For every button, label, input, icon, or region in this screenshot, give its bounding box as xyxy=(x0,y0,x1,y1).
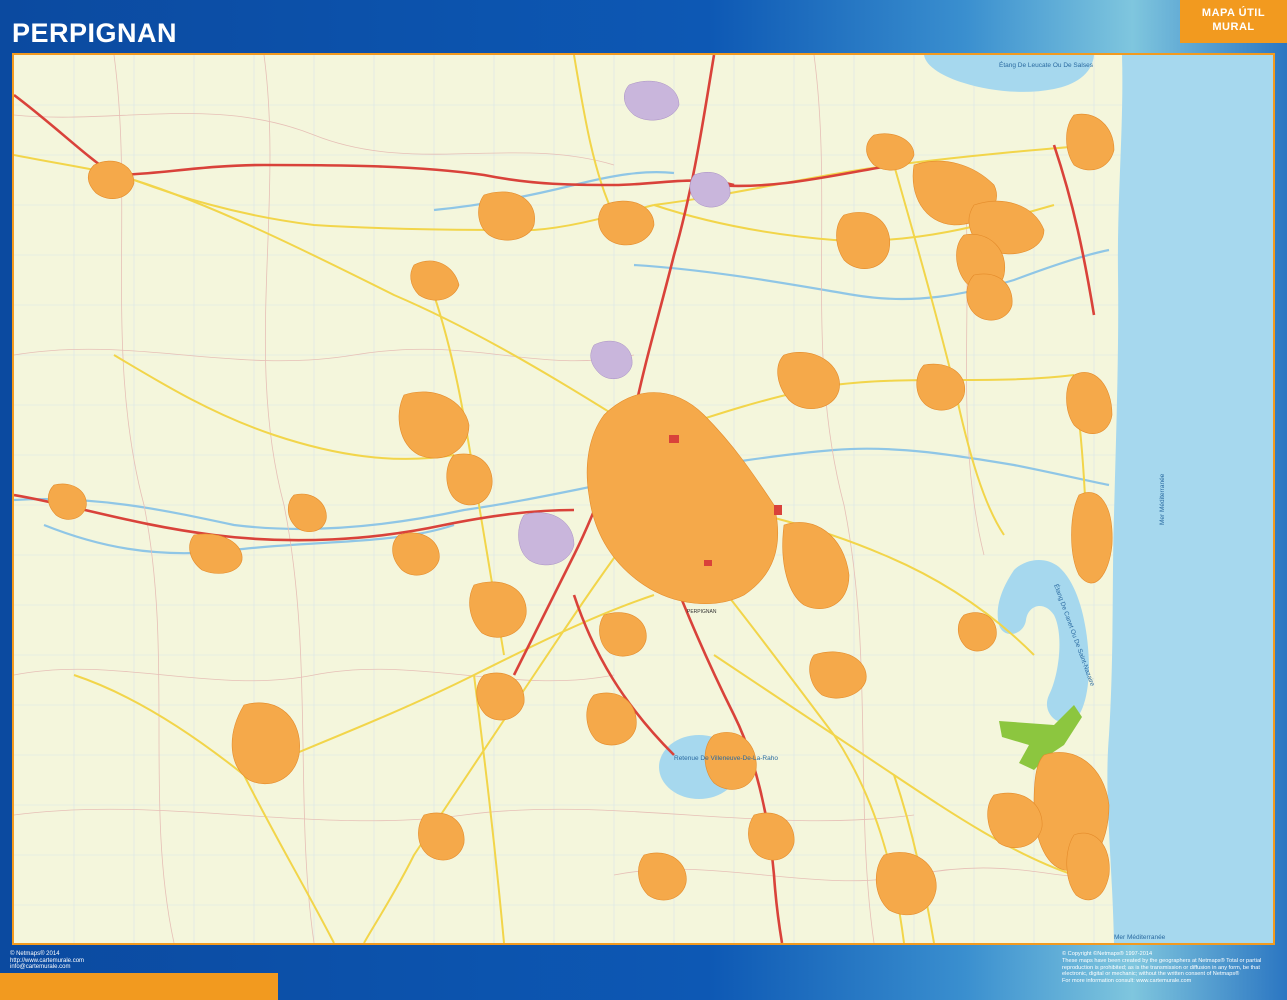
badge-line-2: MURAL xyxy=(1212,21,1255,33)
urban-areas xyxy=(47,113,1115,916)
footer-legal-4: electronic, digital or mechanic; without… xyxy=(1062,971,1240,978)
footer-right: © Copyright ©Netmaps® 1997-2014 These ma… xyxy=(1062,951,1282,985)
map-canvas[interactable]: PERPIGNAN Étang De Leucate Ou De Salses … xyxy=(12,53,1275,945)
footer-email-link[interactable]: info@cartemurale.com xyxy=(10,964,84,971)
footer-legal-5: For more information consult: www.cartem… xyxy=(1062,978,1192,985)
rivers xyxy=(14,171,1110,555)
perpignan-urban xyxy=(586,392,779,604)
mediterranean-sea xyxy=(1107,55,1273,943)
badge-line-1: MAPA ÚTIL xyxy=(1201,7,1266,19)
label-sea: Mer Méditerranée xyxy=(1159,473,1166,525)
footer-left: © Netmaps® 2014 http://www.cartemurale.c… xyxy=(10,951,84,971)
etang-leucate xyxy=(924,55,1094,92)
city-label-perpignan: PERPIGNAN xyxy=(687,609,717,615)
footer-orange-bar xyxy=(0,973,278,1000)
label-reservoir: Retenue De Villeneuve-De-La-Raho xyxy=(674,755,778,762)
mapa-util-badge[interactable]: MAPA ÚTIL MURAL xyxy=(1180,0,1287,43)
map-svg: PERPIGNAN Étang De Leucate Ou De Salses … xyxy=(14,55,1273,943)
map-title: PERPIGNAN xyxy=(12,18,178,48)
label-sea-south: Mer Méditerranée xyxy=(1114,934,1166,941)
footer-legal-1: © Copyright ©Netmaps® 1997-2014 xyxy=(1062,951,1153,957)
label-etang-leucate: Étang De Leucate Ou De Salses xyxy=(999,60,1094,69)
footer-legal-2: These maps have been created by the geog… xyxy=(1062,957,1262,964)
